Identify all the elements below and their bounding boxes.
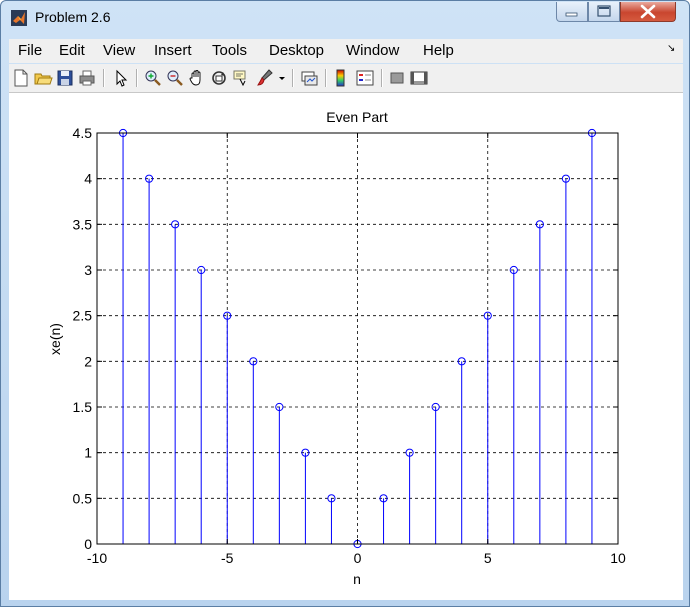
y-axis-label: xe(n) xyxy=(47,323,63,355)
close-icon xyxy=(640,4,656,19)
y-tick-label: 0.5 xyxy=(73,490,93,506)
save-icon[interactable] xyxy=(55,68,75,88)
menu-help[interactable]: Help xyxy=(423,42,454,59)
close-button[interactable] xyxy=(620,2,676,22)
brush-icon[interactable] xyxy=(255,68,275,88)
show-plot-tools-icon[interactable] xyxy=(409,68,429,88)
y-tick-label: 3.5 xyxy=(73,216,93,232)
maximize-button[interactable] xyxy=(588,2,620,22)
toolbar-separator xyxy=(136,69,138,87)
toolbar-separator xyxy=(292,69,294,87)
minimize-button[interactable] xyxy=(556,2,588,22)
menu-overflow-icon[interactable]: ↘ xyxy=(667,43,675,54)
select-arrow-icon[interactable] xyxy=(111,68,131,88)
menu-view[interactable]: View xyxy=(103,42,135,59)
zoom-out-icon[interactable] xyxy=(165,68,185,88)
colorbar-icon[interactable] xyxy=(331,68,351,88)
y-tick-label: 0 xyxy=(84,536,92,552)
dropdown-arrow-icon[interactable] xyxy=(277,68,287,88)
pan-hand-icon[interactable] xyxy=(187,68,207,88)
menu-insert[interactable]: Insert xyxy=(154,42,192,59)
data-cursor-icon[interactable] xyxy=(231,68,251,88)
x-axis-label: n xyxy=(353,571,361,587)
stem-plot: Even Part -10 -5 0 5 1000.511.522.533.544.5 … xyxy=(47,109,626,587)
maximize-icon xyxy=(597,5,611,17)
y-tick-label: 2 xyxy=(84,353,92,369)
menu-file[interactable]: File xyxy=(18,42,42,59)
new-figure-icon[interactable] xyxy=(11,68,31,88)
x-tick-label: -5 xyxy=(221,550,234,566)
print-icon[interactable] xyxy=(77,68,97,88)
toolbar-separator xyxy=(381,69,383,87)
figure-toolbar xyxy=(9,64,683,93)
x-tick-label: 10 xyxy=(610,550,626,566)
x-tick-label: 5 xyxy=(484,550,492,566)
menu-window[interactable]: Window xyxy=(346,42,399,59)
y-tick-label: 4 xyxy=(84,171,92,187)
zoom-in-icon[interactable] xyxy=(143,68,163,88)
matlab-icon xyxy=(11,10,27,26)
menu-edit[interactable]: Edit xyxy=(59,42,85,59)
menu-desktop[interactable]: Desktop xyxy=(269,42,324,59)
toolbar-separator xyxy=(103,69,105,87)
minimize-icon xyxy=(565,12,578,17)
y-tick-label: 1.5 xyxy=(73,399,93,415)
axis-ticks: -10 -5 0 5 10 0 0.5 1 1.5 2 2.5 3 3.5 4 4.5 xyxy=(73,125,626,566)
y-tick-label: 4.5 xyxy=(73,125,93,141)
open-file-icon[interactable] xyxy=(33,68,53,88)
x-tick-label: -10 xyxy=(87,550,107,566)
y-tick-label: 1 xyxy=(84,445,92,461)
y-tick-label: 3 xyxy=(84,262,92,278)
plot-title: Even Part xyxy=(326,109,388,125)
menu-tools[interactable]: Tools xyxy=(212,42,247,59)
legend-icon[interactable] xyxy=(355,68,375,88)
figure-window: Problem 2.6 File Edit View Insert Tools … xyxy=(0,0,690,607)
x-tick-label: 0 xyxy=(354,550,362,566)
link-plot-icon[interactable] xyxy=(299,68,319,88)
y-tick-label: 2.5 xyxy=(73,308,93,324)
toolbar-separator xyxy=(325,69,327,87)
hide-plot-tools-icon[interactable] xyxy=(387,68,407,88)
rotate-3d-icon[interactable] xyxy=(209,68,229,88)
menu-bar: File Edit View Insert Tools Desktop Wind… xyxy=(9,39,683,63)
figure-canvas: Even Part -10 -5 0 5 10 0 0.5 1 1.5 2 2.5 3 3.5 4 4.5 … xyxy=(9,93,683,600)
title-bar[interactable]: Problem 2.6 xyxy=(1,1,689,35)
window-title: Problem 2.6 xyxy=(35,9,111,25)
